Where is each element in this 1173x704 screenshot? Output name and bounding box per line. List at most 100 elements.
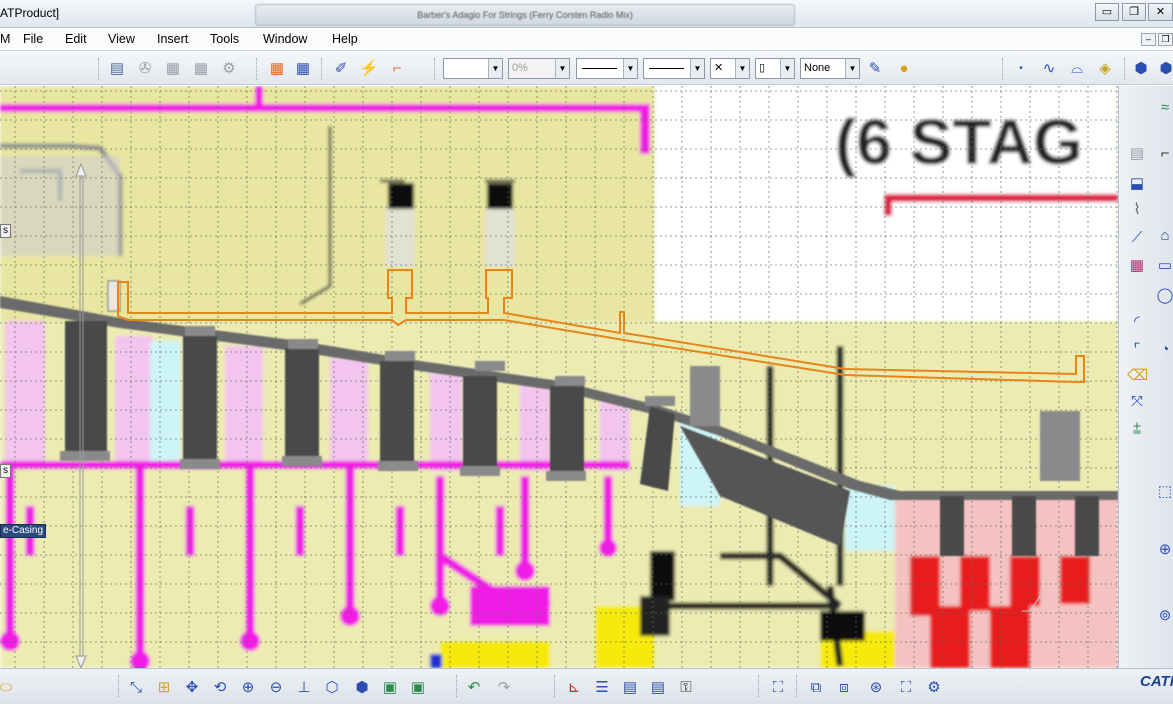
zoom-out-icon[interactable]: ⊖	[266, 678, 286, 698]
projection-icon[interactable]: ⩲	[1127, 420, 1147, 440]
compass-icon[interactable]: ⤡	[126, 678, 146, 698]
menu-file[interactable]: File	[23, 32, 43, 46]
paint-brush-icon[interactable]: ✎	[864, 58, 886, 80]
surface-icon[interactable]: ⌓	[1066, 58, 1088, 80]
new-component-icon[interactable]: ⧈	[834, 678, 854, 698]
zoom-in-icon[interactable]: ⊕	[238, 678, 258, 698]
line-type-select[interactable]: ▼	[576, 58, 638, 79]
measure-icon[interactable]: ⌐	[386, 58, 408, 80]
constraint-icon[interactable]: ⚡	[358, 58, 380, 80]
paperclip-icon[interactable]: ⌇	[1127, 200, 1147, 220]
normal-view-icon[interactable]: ⊥	[294, 678, 314, 698]
list-icon[interactable]: ☰	[592, 678, 612, 698]
pan-icon[interactable]: ✥	[182, 678, 202, 698]
product-icon[interactable]: ⬢	[1155, 58, 1173, 80]
layer-select[interactable]: None ▼	[800, 58, 860, 79]
transform-icon[interactable]: ⤧	[1127, 392, 1147, 412]
corner-icon[interactable]: ◜	[1127, 312, 1147, 332]
curve-icon[interactable]: ∿	[1038, 58, 1060, 80]
toolbar-separator	[256, 58, 258, 80]
toolbar-separator	[1002, 58, 1004, 80]
chevron-down-icon: ▼	[488, 59, 502, 78]
taskbar-media-tab[interactable]: Barber's Adagio For Strings (Ferry Corst…	[255, 4, 795, 26]
snapshot-icon[interactable]: ⛶	[768, 678, 788, 698]
line-thickness-glyph	[649, 68, 684, 69]
bottom-toolbar: ⬭ ⤡ ⊞ ✥ ⟲ ⊕ ⊖ ⊥ ⬡ ⬢ ▣ ▣ ↶ ↷ ⊾ ☰ ▤ ▤ ⚿ ⛶ …	[0, 668, 1173, 704]
manage-icon[interactable]: ▦	[162, 58, 184, 80]
fast-multi-instantiation-icon[interactable]: ▦	[190, 58, 212, 80]
point-symbol-select[interactable]: ✕ ▼	[710, 58, 750, 79]
restore-button[interactable]: ❐	[1122, 3, 1146, 21]
transparency-select[interactable]: 0% ▼	[508, 58, 570, 79]
axis-icon[interactable]: ⊾	[564, 678, 584, 698]
grid-icon[interactable]: ▦	[292, 58, 314, 80]
fit-all-icon[interactable]: ⊞	[154, 678, 174, 698]
tree-node[interactable]: s	[0, 224, 11, 238]
line-type-glyph	[582, 68, 617, 69]
apply-material-icon[interactable]: ●	[893, 58, 915, 80]
menu-insert[interactable]: Insert	[157, 32, 188, 46]
brush-icon[interactable]: ⬭	[0, 678, 16, 698]
update-all-icon[interactable]: ▤	[106, 58, 128, 80]
minimize-button[interactable]: ▭	[1095, 3, 1119, 21]
shading-icon[interactable]: ⬢	[352, 678, 372, 698]
transparency-value: 0%	[512, 62, 528, 74]
constraints-icon[interactable]: ⚙	[924, 678, 944, 698]
sketch-tools-icon[interactable]: ▤	[1127, 144, 1147, 164]
chevron-down-icon: ▼	[555, 59, 569, 78]
toolbar-separator	[118, 675, 120, 697]
part-icon[interactable]: ⬢	[1130, 58, 1152, 80]
clash-icon[interactable]: ⛶	[896, 678, 916, 698]
hole-icon[interactable]: ◔	[1155, 340, 1173, 360]
sketch-icon[interactable]: ✐	[330, 58, 352, 80]
redo-icon[interactable]: ↷	[494, 678, 514, 698]
chamfer-icon[interactable]: ⌜	[1127, 340, 1147, 360]
generate-icon[interactable]: ✇	[134, 58, 156, 80]
tree-node-casing[interactable]: e-Casing	[0, 524, 47, 538]
table-icon[interactable]: ▦	[1127, 256, 1147, 276]
swap-visible-icon[interactable]: ▣	[408, 678, 428, 698]
catalog-icon[interactable]: ⚙	[218, 58, 240, 80]
line-thickness-select[interactable]: ▼	[643, 58, 705, 79]
menu-edit[interactable]: Edit	[65, 32, 87, 46]
mdi-minimize-button[interactable]: –	[1141, 33, 1156, 46]
hide-show-icon[interactable]: ▣	[380, 678, 400, 698]
line-icon[interactable]: ⟋	[1127, 228, 1147, 248]
layer-index-value: ▯	[759, 62, 766, 74]
menu-window[interactable]: Window	[263, 32, 307, 46]
parameters-icon[interactable]: ▤	[620, 678, 640, 698]
plane-icon[interactable]: ⌐	[1155, 144, 1173, 164]
layer-index-select[interactable]: ▯ ▼	[755, 58, 795, 79]
shaft-icon[interactable]: ◯	[1155, 286, 1173, 306]
design-view[interactable]: (6 STAG z	[0, 86, 1118, 668]
pad-icon[interactable]: ⌂	[1155, 226, 1173, 246]
measure-between-icon[interactable]: ⊛	[866, 678, 886, 698]
color-select[interactable]: ▼	[443, 58, 503, 79]
draft-icon[interactable]: ⊕	[1155, 540, 1173, 560]
drawing-canvas[interactable]: (6 STAG z s s e-Casing	[0, 86, 1118, 668]
eraser-icon[interactable]: ⌫	[1127, 366, 1148, 386]
point-icon[interactable]: •	[1010, 58, 1032, 80]
formula-icon[interactable]: ▤	[648, 678, 668, 698]
knowledge-icon[interactable]: ⚿	[676, 678, 696, 698]
snap-to-grid-icon[interactable]: ▦	[266, 58, 288, 80]
iso-view-icon[interactable]: ⬡	[322, 678, 342, 698]
mdi-restore-button[interactable]: ❐	[1158, 33, 1173, 46]
shell-icon[interactable]: ⊚	[1155, 606, 1173, 626]
pocket-icon[interactable]: ▭	[1155, 256, 1173, 276]
chevron-down-icon: ▼	[845, 59, 859, 78]
menu-start[interactable]: M	[0, 32, 10, 46]
tree-node[interactable]: s	[0, 464, 11, 478]
menu-help[interactable]: Help	[332, 32, 358, 46]
tree-expand-icon[interactable]: ≈	[1155, 98, 1173, 118]
close-button[interactable]: ✕	[1148, 3, 1173, 21]
menu-tools[interactable]: Tools	[210, 32, 239, 46]
tag-icon[interactable]: ◈	[1094, 58, 1116, 80]
menu-view[interactable]: View	[108, 32, 135, 46]
profile-icon[interactable]: ⬓	[1127, 174, 1147, 194]
undo-icon[interactable]: ↶	[464, 678, 484, 698]
fillet-icon[interactable]: ⬚	[1155, 482, 1173, 502]
background-text: (6 STAG	[835, 106, 1083, 178]
rotate-icon[interactable]: ⟲	[210, 678, 230, 698]
assembly-icon[interactable]: ⧉	[806, 678, 826, 698]
